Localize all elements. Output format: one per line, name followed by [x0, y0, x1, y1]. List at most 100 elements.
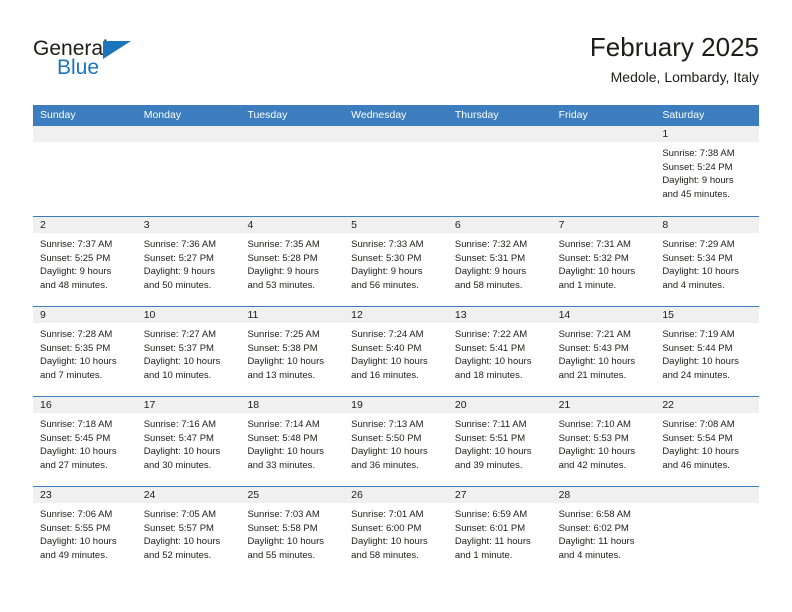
daylight-text-line2: and 21 minutes. [558, 369, 627, 381]
daylight-text-line1: Daylight: 10 hours [247, 536, 325, 548]
calendar-weeks: 1 Sunrise: 7:38 AM Sunset: 5:24 PM Daylight… [33, 126, 760, 576]
daylight-text-line2: and 7 minutes. [40, 369, 103, 381]
calendar-day-cell[interactable]: 7 Sunrise: 7:31 AM Sunset: 5:32 PM Daylight… [551, 217, 656, 306]
calendar-day-cell[interactable]: 21 Sunrise: 7:10 AM Sunset: 5:53 PM Dayligh… [551, 397, 656, 486]
sunset-text: Sunset: 5:44 PM [662, 342, 733, 354]
daylight-text-line1: Daylight: 10 hours [40, 446, 117, 458]
calendar-day-cell[interactable]: 12 Sunrise: 7:24 AM Sunset: 5:40 PM Dayligh… [344, 307, 448, 396]
daylight-text-line1: Daylight: 11 hours [454, 536, 531, 548]
day-number [344, 126, 448, 142]
sunrise-text: Sunrise: 6:58 AM [558, 509, 631, 520]
sunset-text: Sunset: 6:01 PM [454, 522, 526, 534]
calendar-day-cell[interactable]: 5 Sunrise: 7:33 AM Sunset: 5:30 PM Daylight… [344, 217, 448, 306]
calendar-day-cell[interactable]: 28 Sunrise: 6:58 AM Sunset: 6:02 PM Dayligh… [551, 487, 656, 576]
sunset-text: Sunset: 5:32 PM [558, 252, 629, 264]
daylight-text-line2: and 45 minutes. [662, 188, 730, 200]
day-number: 19 [344, 397, 448, 413]
calendar-day-cell[interactable]: 4 Sunrise: 7:35 AM Sunset: 5:28 PM Daylight… [240, 217, 345, 306]
calendar-day-cell[interactable]: 13 Sunrise: 7:22 AM Sunset: 5:41 PM Dayligh… [447, 307, 552, 396]
calendar-day-cell[interactable]: 8 Sunrise: 7:29 AM Sunset: 5:34 PM Daylight… [655, 217, 760, 306]
calendar-day-cell[interactable]: 19 Sunrise: 7:13 AM Sunset: 5:50 PM Dayligh… [344, 397, 448, 486]
sunset-text: Sunset: 5:50 PM [351, 432, 422, 444]
sunset-text: Sunset: 5:34 PM [662, 252, 733, 264]
day-number: 22 [655, 397, 760, 413]
title-block: February 2025 Medole, Lombardy, Italy [590, 30, 759, 87]
sunset-text: Sunset: 5:40 PM [351, 342, 422, 354]
daylight-text-line2: and 39 minutes. [454, 459, 523, 471]
day-number: 20 [447, 397, 552, 413]
calendar-day-cell[interactable]: 27 Sunrise: 6:59 AM Sunset: 6:01 PM Dayligh… [447, 487, 552, 576]
day-number: 13 [447, 307, 552, 323]
sunrise-text: Sunrise: 7:33 AM [351, 239, 424, 250]
calendar-day-cell[interactable]: 2 Sunrise: 7:37 AM Sunset: 5:25 PM Daylight… [33, 217, 137, 306]
calendar-day-cell[interactable]: 16 Sunrise: 7:18 AM Sunset: 5:45 PM Dayligh… [33, 397, 137, 486]
sunset-text: Sunset: 5:37 PM [143, 342, 214, 354]
sunset-text: Sunset: 5:45 PM [40, 432, 111, 444]
calendar-day-cell[interactable]: 11 Sunrise: 7:25 AM Sunset: 5:38 PM Dayligh… [240, 307, 345, 396]
daylight-text-line2: and 4 minutes. [662, 279, 725, 291]
day-sun-info: Sunrise: 7:10 AM Sunset: 5:53 PM Daylight:… [552, 413, 656, 472]
sunrise-text: Sunrise: 7:22 AM [454, 329, 528, 340]
sunrise-text: Sunrise: 7:01 AM [351, 509, 424, 520]
daylight-text-line1: Daylight: 9 hours [454, 266, 527, 278]
daylight-text-line1: Daylight: 10 hours [558, 266, 636, 278]
sunrise-text: Sunrise: 7:35 AM [247, 239, 320, 250]
daylight-text-line1: Daylight: 9 hours [662, 175, 734, 187]
calendar-day-cell[interactable]: 20 Sunrise: 7:11 AM Sunset: 5:51 PM Dayligh… [447, 397, 552, 486]
calendar-day-cell[interactable]: 6 Sunrise: 7:32 AM Sunset: 5:31 PM Daylight… [447, 217, 552, 306]
calendar-day-cell-empty [551, 126, 656, 216]
daylight-text-line1: Daylight: 10 hours [143, 446, 221, 458]
day-sun-info: Sunrise: 7:06 AM Sunset: 5:55 PM Daylight:… [33, 503, 137, 562]
day-number [240, 126, 345, 142]
daylight-text-line1: Daylight: 10 hours [662, 266, 739, 278]
weekday-header-tuesday: Tuesday [247, 109, 288, 121]
sunset-text: Sunset: 5:48 PM [247, 432, 318, 444]
daylight-text-line2: and 16 minutes. [351, 369, 419, 381]
daylight-text-line2: and 50 minutes. [143, 279, 212, 291]
daylight-text-line1: Daylight: 10 hours [143, 536, 221, 548]
daylight-text-line2: and 48 minutes. [40, 279, 108, 291]
general-blue-logo[interactable]: General Blue [33, 38, 153, 84]
day-sun-info: Sunrise: 7:11 AM Sunset: 5:51 PM Daylight:… [448, 413, 552, 472]
daylight-text-line2: and 53 minutes. [247, 279, 316, 291]
calendar-day-cell[interactable]: 18 Sunrise: 7:14 AM Sunset: 5:48 PM Dayligh… [240, 397, 345, 486]
day-number [655, 487, 760, 503]
calendar-day-cell[interactable]: 9 Sunrise: 7:28 AM Sunset: 5:35 PM Daylight… [33, 307, 137, 396]
calendar-day-cell[interactable]: 3 Sunrise: 7:36 AM Sunset: 5:27 PM Daylight… [136, 217, 241, 306]
day-number [136, 126, 241, 142]
calendar-day-cell[interactable]: 25 Sunrise: 7:03 AM Sunset: 5:58 PM Dayligh… [240, 487, 345, 576]
calendar-day-cell[interactable]: 24 Sunrise: 7:05 AM Sunset: 5:57 PM Dayligh… [136, 487, 241, 576]
calendar-page: General Blue February 2025 Medole, Lomba… [0, 0, 792, 612]
day-sun-info: Sunrise: 7:33 AM Sunset: 5:30 PM Daylight:… [344, 233, 448, 292]
calendar-day-cell[interactable]: 15 Sunrise: 7:19 AM Sunset: 5:44 PM Dayligh… [655, 307, 760, 396]
calendar-day-cell[interactable]: 14 Sunrise: 7:21 AM Sunset: 5:43 PM Dayligh… [551, 307, 656, 396]
sunrise-text: Sunrise: 7:31 AM [558, 239, 631, 250]
weekday-header-wednesday: Wednesday [351, 109, 407, 121]
calendar-day-cell[interactable]: 1 Sunrise: 7:38 AM Sunset: 5:24 PM Daylight… [655, 126, 760, 216]
day-number [447, 126, 552, 142]
day-sun-info: Sunrise: 7:35 AM Sunset: 5:28 PM Daylight:… [240, 233, 344, 292]
calendar-day-cell[interactable]: 10 Sunrise: 7:27 AM Sunset: 5:37 PM Dayligh… [136, 307, 241, 396]
day-sun-info: Sunrise: 7:25 AM Sunset: 5:38 PM Daylight:… [240, 323, 344, 382]
calendar-day-cell[interactable]: 22 Sunrise: 7:08 AM Sunset: 5:54 PM Dayligh… [655, 397, 760, 486]
calendar-day-cell[interactable]: 26 Sunrise: 7:01 AM Sunset: 6:00 PM Dayligh… [344, 487, 448, 576]
daylight-text-line1: Daylight: 10 hours [351, 536, 428, 548]
daylight-text-line2: and 10 minutes. [143, 369, 212, 381]
day-sun-info: Sunrise: 7:31 AM Sunset: 5:32 PM Daylight:… [552, 233, 656, 292]
day-number: 24 [136, 487, 241, 503]
day-sun-info: Sunrise: 7:14 AM Sunset: 5:48 PM Daylight:… [240, 413, 344, 472]
daylight-text-line2: and 33 minutes. [247, 459, 316, 471]
calendar-day-cell[interactable]: 17 Sunrise: 7:16 AM Sunset: 5:47 PM Dayligh… [136, 397, 241, 486]
daylight-text-line1: Daylight: 10 hours [662, 446, 739, 458]
sunset-text: Sunset: 6:00 PM [351, 522, 422, 534]
calendar-week-row: 9 Sunrise: 7:28 AM Sunset: 5:35 PM Daylight… [33, 306, 760, 396]
calendar-day-cell[interactable]: 23 Sunrise: 7:06 AM Sunset: 5:55 PM Dayligh… [33, 487, 137, 576]
day-number [33, 126, 137, 142]
daylight-text-line2: and 13 minutes. [247, 369, 316, 381]
day-number [551, 126, 656, 142]
daylight-text-line2: and 49 minutes. [40, 549, 108, 561]
sunset-text: Sunset: 5:54 PM [662, 432, 733, 444]
day-number: 15 [655, 307, 760, 323]
sunset-text: Sunset: 5:41 PM [454, 342, 526, 354]
page-title: February 2025 [589, 32, 759, 62]
